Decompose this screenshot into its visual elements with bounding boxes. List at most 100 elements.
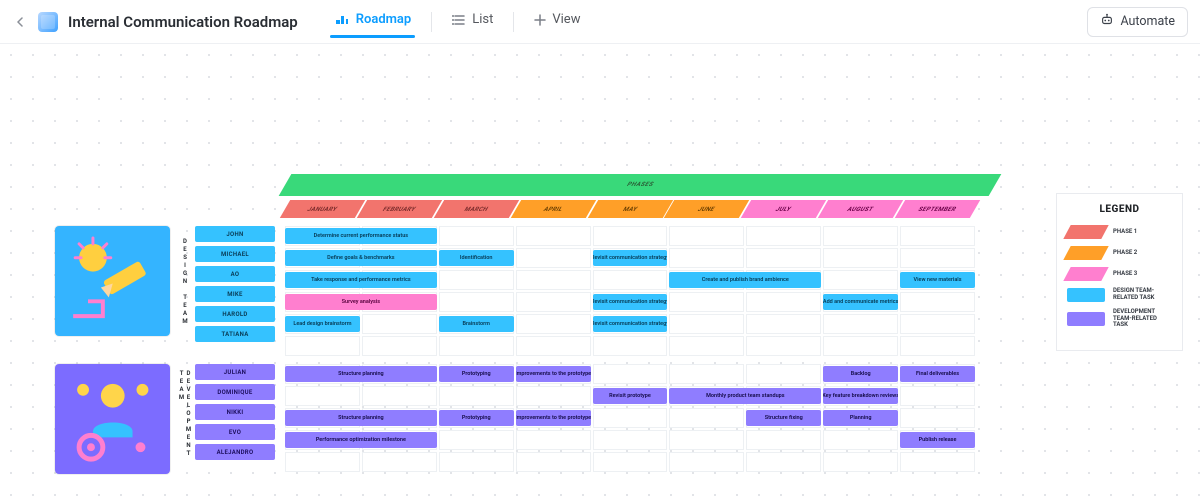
- task-bar[interactable]: Brainstorm: [439, 316, 514, 332]
- legend-row: PHASE 2: [1067, 246, 1172, 260]
- grid-cell: [669, 336, 744, 356]
- design-people-column: JOHNMICHAELAOMIKEHAROLDTATIANA: [195, 226, 275, 342]
- legend-label: DEVELOPMENT TEAM-RELATED TASK: [1113, 309, 1172, 329]
- legend-row: DESIGN TEAM-RELATED TASK: [1067, 288, 1172, 302]
- task-bar[interactable]: Improvements to the prototype: [516, 410, 591, 426]
- grid-cell: [823, 336, 898, 356]
- task-bar[interactable]: Final deliverables: [900, 366, 975, 382]
- grid-cell: [439, 386, 514, 406]
- person-label: ALEJANDRO: [195, 444, 275, 460]
- task-bar[interactable]: Add and communicate metrics: [823, 294, 898, 310]
- task-bar[interactable]: View new materials: [900, 272, 975, 288]
- grid-cell: [823, 270, 898, 290]
- tab-label: List: [472, 12, 493, 27]
- task-bar[interactable]: Prototyping: [439, 366, 514, 382]
- grid-cell: [362, 336, 437, 356]
- task-bar[interactable]: Structure fixing: [746, 410, 821, 426]
- task-bar[interactable]: Revisit prototype: [593, 388, 668, 404]
- development-team-card: [55, 364, 170, 474]
- tab-roadmap[interactable]: Roadmap: [322, 6, 424, 38]
- legend-panel: LEGEND PHASE 1PHASE 2PHASE 3DESIGN TEAM-…: [1057, 194, 1182, 350]
- task-bar[interactable]: Revisit communication strategy: [593, 250, 668, 266]
- automate-label: Automate: [1120, 14, 1175, 29]
- task-bar[interactable]: Revisit communication strategy: [593, 294, 668, 310]
- task-bar[interactable]: Prototyping: [439, 410, 514, 426]
- grid-cell: [593, 408, 668, 428]
- month-header: APRIL: [510, 200, 595, 218]
- legend-swatch: [1063, 246, 1108, 260]
- task-bar[interactable]: Structure planning: [285, 366, 437, 382]
- grid-cell: [516, 314, 591, 334]
- grid-cell: [593, 364, 668, 384]
- task-bar[interactable]: Survey analysis: [285, 294, 437, 310]
- person-label: JULIAN: [195, 364, 275, 380]
- person-label: JOHN: [195, 226, 275, 242]
- tab-list[interactable]: List: [440, 6, 505, 37]
- task-bar[interactable]: Structure planning: [285, 410, 437, 426]
- grid-cell: [746, 430, 821, 450]
- grid-cell: [439, 336, 514, 356]
- task-bar[interactable]: Monthly product team standups: [669, 388, 821, 404]
- task-bar[interactable]: Lead design brainstorm: [285, 316, 360, 332]
- legend-swatch: [1063, 267, 1108, 281]
- plus-icon: [534, 14, 546, 26]
- person-label: DOMINIQUE: [195, 384, 275, 400]
- grid-cell: [900, 452, 975, 472]
- task-bar[interactable]: Identification: [439, 250, 514, 266]
- grid-cell: [746, 364, 821, 384]
- development-task-grid: Structure planningPrototypingImprovement…: [285, 364, 975, 472]
- grid-cell: [900, 336, 975, 356]
- grid-cell: [362, 314, 437, 334]
- grid-cell: [746, 226, 821, 246]
- task-bar[interactable]: Take response and performance metrics: [285, 272, 437, 288]
- grid-cell: [439, 430, 514, 450]
- task-bar[interactable]: Revisit communication strategy: [593, 316, 668, 332]
- task-bar[interactable]: Performance optimization milestone: [285, 432, 437, 448]
- grid-cell: [593, 270, 668, 290]
- grid-cell: [746, 314, 821, 334]
- robot-icon: [1100, 13, 1114, 31]
- tab-label: View: [552, 12, 580, 27]
- grid-cell: [439, 270, 514, 290]
- legend-swatch: [1067, 288, 1105, 302]
- legend-row: PHASE 3: [1067, 267, 1172, 281]
- task-bar[interactable]: Planning: [823, 410, 898, 426]
- tab-add-view[interactable]: View: [522, 6, 592, 37]
- task-bar[interactable]: Improvements to the prototype: [516, 366, 591, 382]
- topbar: Internal Communication Roadmap Roadmap L…: [0, 0, 1200, 44]
- grid-cell: [439, 292, 514, 312]
- grid-cell: [593, 430, 668, 450]
- person-label: EVO: [195, 424, 275, 440]
- grid-cell: [669, 292, 744, 312]
- grid-cell: [516, 386, 591, 406]
- task-bar[interactable]: Define goals & benchmarks: [285, 250, 437, 266]
- month-header: MAY: [587, 200, 672, 218]
- task-bar[interactable]: Publish release: [900, 432, 975, 448]
- grid-cell: [746, 292, 821, 312]
- design-task-grid: Determine current performance status Defi…: [285, 226, 975, 356]
- page-title: Internal Communication Roadmap: [68, 13, 298, 31]
- task-bar[interactable]: Backlog: [823, 366, 898, 382]
- canvas[interactable]: PHASES JANUARYFEBRUARYMARCHAPRILMAYJUNEJ…: [0, 44, 1200, 502]
- grid-cell: [669, 248, 744, 268]
- month-header: MARCH: [434, 200, 519, 218]
- task-bar[interactable]: Create and publish brand ambience: [669, 272, 821, 288]
- grid-cell: [823, 452, 898, 472]
- lightbulb-pencil-icon: [61, 232, 165, 331]
- grid-cell: [746, 248, 821, 268]
- divider: [431, 12, 432, 32]
- collapse-icon[interactable]: [12, 10, 28, 34]
- grid-cell: [669, 364, 744, 384]
- task-bar[interactable]: Determine current performance status: [285, 228, 437, 244]
- document-icon: [38, 12, 58, 32]
- grid-cell: [593, 336, 668, 356]
- roadmap-icon: [334, 12, 350, 28]
- month-header: FEBRUARY: [357, 200, 442, 218]
- grid-cell: [362, 452, 437, 472]
- grid-cell: [669, 452, 744, 472]
- automate-button[interactable]: Automate: [1087, 7, 1188, 37]
- month-header: AUGUST: [818, 200, 903, 218]
- grid-cell: [516, 248, 591, 268]
- task-bar[interactable]: Key feature breakdown reviews: [823, 388, 898, 404]
- grid-cell: [285, 336, 360, 356]
